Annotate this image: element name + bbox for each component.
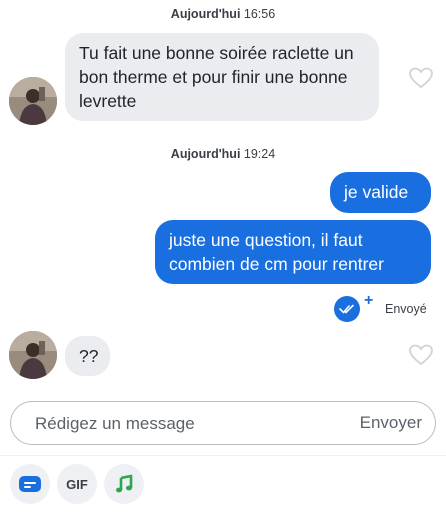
incoming-message-bubble: Tu fait une bonne soirée raclette un bon…	[65, 33, 379, 121]
message-composer: Envoyer	[10, 401, 436, 445]
plus-icon: +	[364, 292, 374, 309]
message-input[interactable]	[33, 402, 337, 445]
avatar[interactable]	[9, 77, 57, 125]
divider	[0, 455, 446, 456]
heart-icon[interactable]	[408, 343, 434, 367]
message-text: juste une question, il faut combien de c…	[169, 230, 384, 274]
timestamp-2: Aujourd'hui 19:24	[0, 147, 446, 161]
timestamp-1: Aujourd'hui 16:56	[0, 7, 446, 21]
timestamp-day: Aujourd'hui	[170, 147, 241, 161]
message-text: je valide	[344, 182, 409, 202]
sticker-icon	[19, 476, 41, 492]
message-text: ??	[79, 346, 99, 366]
message-text: Tu fait une bonne soirée raclette un bon…	[79, 43, 354, 111]
double-check-icon	[334, 296, 360, 322]
timestamp-time: 16:56	[243, 7, 276, 21]
outgoing-message-bubble: je valide	[330, 172, 431, 213]
heart-icon[interactable]	[408, 66, 434, 90]
outgoing-message-bubble: juste une question, il faut combien de c…	[155, 220, 431, 284]
status-label: Envoyé	[385, 302, 427, 316]
music-icon	[116, 474, 133, 493]
music-button[interactable]	[104, 464, 144, 504]
timestamp-day: Aujourd'hui	[170, 7, 241, 21]
message-status	[334, 295, 360, 323]
send-button[interactable]: Envoyer	[360, 402, 422, 443]
sticker-button[interactable]	[10, 464, 50, 504]
timestamp-time: 19:24	[243, 147, 276, 161]
avatar[interactable]	[9, 331, 57, 379]
gif-button[interactable]: GIF	[57, 464, 97, 504]
incoming-message-bubble: ??	[65, 336, 110, 376]
gif-icon: GIF	[66, 476, 88, 492]
